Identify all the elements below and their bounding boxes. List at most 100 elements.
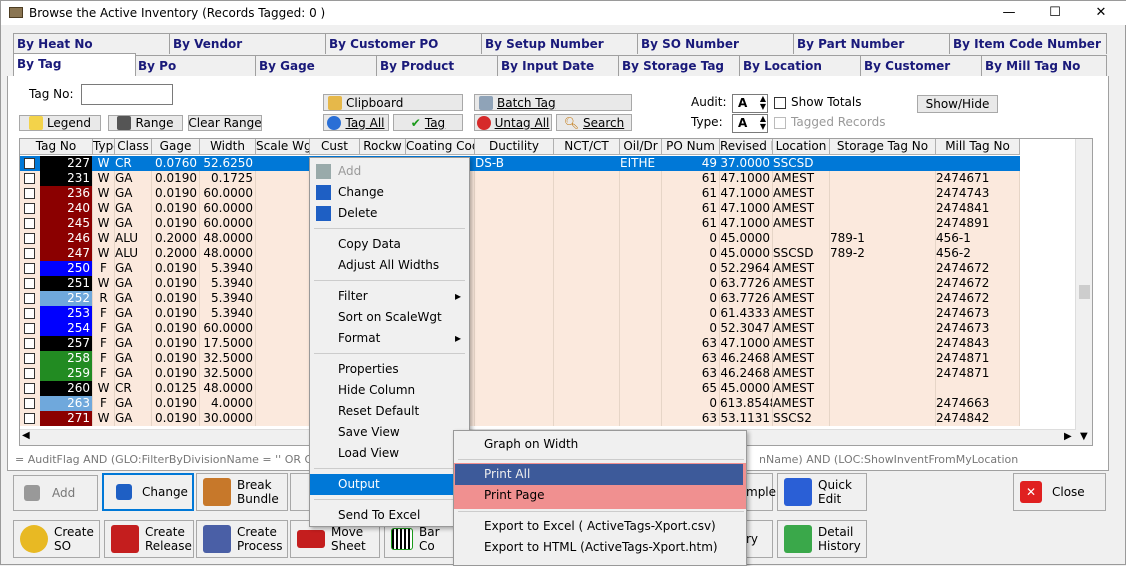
row-checkbox[interactable] [24,248,35,259]
menu-item-print-page[interactable]: Print Page [454,485,746,506]
table-row[interactable]: 253 F GA 0.0190 5.3940 0 61.4333 AMEST 2474673 [20,306,1076,321]
tab-by-product[interactable]: By Product [376,55,498,76]
untag-all-button[interactable]: Untag All [474,114,552,131]
table-row[interactable]: 247 W ALU 0.2000 48.0000 0 45.0000 SSCSD 789-2 45… [20,246,1076,261]
break-bundle-button[interactable]: Break Bundle [196,473,288,511]
table-row[interactable]: 251 W GA 0.0190 5.3940 0 63.7726 AMEST 2474672 [20,276,1076,291]
row-checkbox[interactable] [24,218,35,229]
table-row[interactable]: 260 W CR 0.0125 48.0000 65 45.0000 AMEST [20,381,1076,396]
type-spinner[interactable]: A ▲ ▼ [732,114,768,133]
scroll-right-icon[interactable]: ▶ [1064,431,1072,442]
column-header[interactable]: Ductility [475,139,554,155]
hidden-button[interactable] [290,473,310,511]
menu-item-format[interactable]: Format ▸ [310,328,469,349]
table-row[interactable]: 252 R GA 0.0190 5.3940 0 63.7726 AMEST 2474672 [20,291,1076,306]
menu-item-reset-default[interactable]: Reset Default [310,401,469,422]
row-checkbox[interactable] [24,263,35,274]
table-row[interactable]: 236 W GA 0.0190 60.0000 61 47.1000 AMEST 2474743 [20,186,1076,201]
tab-by-part-number[interactable]: By Part Number [793,33,950,54]
column-header[interactable]: NCT/CT [554,139,620,155]
create-so-button[interactable]: Create SO [13,520,100,558]
tab-by-vendor[interactable]: By Vendor [169,33,326,54]
column-header[interactable]: Location [773,139,830,155]
column-header[interactable]: Type [93,139,115,155]
clear-range-button[interactable]: Clear Range [188,115,262,131]
column-header[interactable]: Mill Tag No [936,139,1020,155]
tab-by-setup-number[interactable]: By Setup Number [481,33,638,54]
tab-by-heat-no[interactable]: By Heat No [13,33,170,54]
menu-item-delete[interactable]: Delete [310,203,469,224]
row-checkbox[interactable] [24,293,35,304]
table-row[interactable]: 271 W GA 0.0190 30.0000 63 53.1131 SSCS2 2474842 [20,411,1076,426]
row-checkbox[interactable] [24,353,35,364]
history-button[interactable]: ry [745,520,773,558]
row-checkbox[interactable] [24,398,35,409]
column-header[interactable]: Width [200,139,256,155]
row-checkbox[interactable] [24,368,35,379]
column-header[interactable]: Cust [310,139,360,155]
inventory-grid[interactable]: Tag NoTypeClassGageWidthScale WgtCustRoc… [19,138,1093,446]
show-totals-checkbox[interactable] [774,97,786,109]
vertical-scrollbar[interactable] [1075,139,1092,445]
tab-by-tag[interactable]: By Tag [13,53,136,76]
table-row[interactable]: 257 F GA 0.0190 17.5000 63 47.1000 AMEST 2474843 [20,336,1076,351]
menu-item-sort-on-scalewgt[interactable]: Sort on ScaleWgt [310,307,469,328]
table-row[interactable]: 259 F GA 0.0190 32.5000 63 46.2468 AMEST 2474871 [20,366,1076,381]
row-checkbox[interactable] [24,173,35,184]
create-release-button[interactable]: Create Release [104,520,194,558]
tagged-records-checkbox[interactable] [774,117,786,129]
legend-button[interactable]: Legend [19,115,101,131]
column-header[interactable]: Class [115,139,152,155]
menu-item-adjust-all-widths[interactable]: Adjust All Widths [310,255,469,276]
table-row[interactable]: 231 W GA 0.0190 0.1725 61 47.1000 AMEST 2474671 [20,171,1076,186]
spin-arrows-icon[interactable]: ▲ ▼ [760,115,766,131]
column-header[interactable]: Coating Code [406,139,475,155]
scroll-left-icon[interactable]: ◀ [22,430,30,441]
menu-item-send-to-excel[interactable]: Send To Excel [310,505,469,526]
add-button[interactable]: Add [13,475,98,511]
show-hide-button[interactable]: Show/Hide [917,95,998,113]
column-header[interactable]: Oil/Dr [620,139,662,155]
menu-item-print-all[interactable]: Print All [455,464,743,485]
row-checkbox[interactable] [24,203,35,214]
tab-by-po[interactable]: By Po [134,55,256,76]
column-header[interactable]: Tag No [20,139,93,155]
quick-edit-button[interactable]: Quick Edit [777,473,867,511]
menu-item-copy-data[interactable]: Copy Data [310,234,469,255]
tab-by-item-code-number[interactable]: By Item Code Number [949,33,1107,54]
menu-item-graph-on-width[interactable]: Graph on Width [454,434,746,455]
table-row[interactable]: 240 W GA 0.0190 60.0000 61 47.1000 AMEST 2474841 [20,201,1076,216]
close-button[interactable]: ✕ Close [1013,473,1106,511]
tag-no-input[interactable] [81,84,173,105]
menu-item-load-view[interactable]: Load View [310,443,469,464]
audit-spinner[interactable]: A ▲ ▼ [732,94,768,113]
batch-tag-button[interactable]: Batch Tag [474,94,632,111]
table-row[interactable]: 258 F GA 0.0190 32.5000 63 46.2468 AMEST 2474871 [20,351,1076,366]
tab-by-gage[interactable]: By Gage [255,55,377,76]
change-button[interactable]: Change [102,473,194,511]
spin-arrows-icon[interactable]: ▲ ▼ [760,95,766,111]
row-checkbox[interactable] [24,188,35,199]
row-checkbox[interactable] [24,233,35,244]
menu-item-filter[interactable]: Filter ▸ [310,286,469,307]
scroll-thumb[interactable] [1079,285,1090,299]
tab-by-so-number[interactable]: By SO Number [637,33,794,54]
column-header[interactable]: Revised Pri [720,139,773,155]
menu-item-hide-column[interactable]: Hide Column [310,380,469,401]
column-header[interactable]: Rockw [360,139,406,155]
column-header[interactable]: Storage Tag No [830,139,936,155]
row-checkbox[interactable] [24,308,35,319]
row-checkbox[interactable] [24,383,35,394]
detail-history-button[interactable]: Detail History [777,520,867,558]
table-row[interactable]: 250 F GA 0.0190 5.3940 0 52.2964 AMEST 2474672 [20,261,1076,276]
scroll-down-icon[interactable]: ▼ [1080,431,1088,442]
range-button[interactable]: Range [108,115,183,131]
table-row[interactable]: 246 W ALU 0.2000 48.0000 0 45.0000 789-1 456-1 [20,231,1076,246]
clipboard-button[interactable]: Clipboard [323,94,463,111]
menu-item-export-html[interactable]: Export to HTML (ActiveTags-Xport.htm) [454,537,746,558]
tag-all-button[interactable]: Tag All [323,114,389,131]
minimize-button[interactable]: — [986,1,1032,25]
menu-item-save-view[interactable]: Save View [310,422,469,443]
sample-button[interactable]: mple [745,473,776,511]
menu-item-output[interactable]: Output▸ [310,474,469,495]
